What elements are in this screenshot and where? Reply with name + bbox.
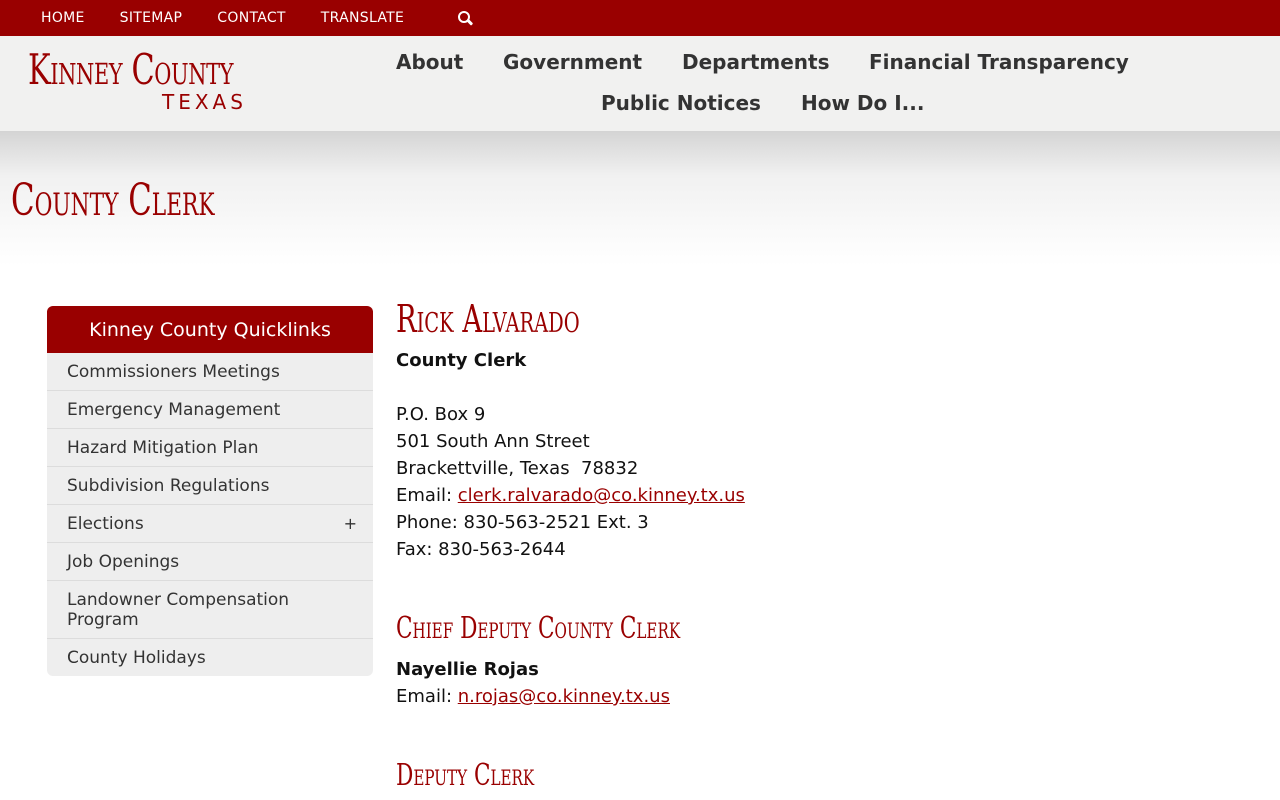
sidebar-item-job-openings[interactable]: Job Openings — [47, 543, 373, 581]
sidebar-item-label: Job Openings — [67, 552, 180, 572]
sidebar-item-label: Hazard Mitigation Plan — [67, 438, 259, 458]
utility-bar: HOME SITEMAP CONTACT TRANSLATE — [0, 0, 1280, 36]
sidebar-item-label: Elections — [67, 514, 144, 534]
nav-financial-transparency[interactable]: Financial Transparency — [869, 50, 1129, 74]
sidebar-item-label: Emergency Management — [67, 400, 281, 420]
search-icon[interactable] — [457, 10, 474, 26]
email-label: Email: — [396, 686, 458, 707]
email-label: Email: — [396, 485, 458, 506]
sidebar-item-emergency-management[interactable]: Emergency Management — [47, 391, 373, 429]
sidebar-item-label: County Holidays — [67, 648, 206, 668]
clerk-phone: Phone: 830-563-2521 Ext. 3 — [396, 512, 649, 533]
sidebar-item-label: Commissioners Meetings — [67, 362, 280, 382]
chief-deputy-name: Nayellie Rojas — [396, 659, 539, 680]
clerk-name-heading: Rick Alvarado — [396, 297, 580, 341]
address-line-1: P.O. Box 9 — [396, 404, 486, 425]
sidebar-item-hazard-mitigation-plan[interactable]: Hazard Mitigation Plan — [47, 429, 373, 467]
nav-public-notices[interactable]: Public Notices — [601, 91, 761, 115]
sidebar-item-commissioners-meetings[interactable]: Commissioners Meetings — [47, 353, 373, 391]
clerk-fax: Fax: 830-563-2644 — [396, 539, 566, 560]
sidebar-item-elections[interactable]: Elections + — [47, 505, 373, 543]
clerk-email-row: Email: clerk.ralvarado@co.kinney.tx.us — [396, 485, 745, 507]
clerk-role: County Clerk — [396, 350, 527, 371]
sidebar-item-subdivision-regulations[interactable]: Subdivision Regulations — [47, 467, 373, 505]
sitemap-link[interactable]: SITEMAP — [120, 10, 183, 26]
home-link[interactable]: HOME — [41, 10, 85, 26]
page-title: County Clerk — [11, 175, 215, 226]
nav-how-do-i[interactable]: How Do I... — [801, 91, 924, 115]
nav-departments[interactable]: Departments — [682, 50, 830, 74]
address-line-3: Brackettville, Texas 78832 — [396, 458, 639, 479]
sidebar-item-label: Subdivision Regulations — [67, 476, 270, 496]
sidebar-item-label: Landowner Compensation Program — [67, 590, 290, 630]
site-logo[interactable]: Kinney County TEXAS — [28, 45, 313, 113]
address-line-2: 501 South Ann Street — [396, 431, 590, 452]
nav-about[interactable]: About — [396, 50, 463, 74]
site-header: Kinney County TEXAS About Government Dep… — [0, 36, 1280, 131]
sidebar-heading: Kinney County Quicklinks — [47, 306, 373, 353]
sidebar-item-county-holidays[interactable]: County Holidays — [47, 639, 373, 676]
chief-deputy-email-row: Email: n.rojas@co.kinney.tx.us — [396, 686, 670, 708]
chief-deputy-heading: Chief Deputy County Clerk — [396, 611, 681, 646]
chief-deputy-email-link[interactable]: n.rojas@co.kinney.tx.us — [458, 686, 670, 707]
expand-plus-icon[interactable]: + — [344, 514, 357, 534]
logo-subtitle: TEXAS — [162, 90, 247, 114]
translate-link[interactable]: TRANSLATE — [321, 10, 404, 26]
contact-link[interactable]: CONTACT — [217, 10, 286, 26]
deputy-clerk-heading: Deputy Clerk — [396, 758, 535, 793]
nav-government[interactable]: Government — [503, 50, 642, 74]
quicklinks-sidebar: Kinney County Quicklinks Commissioners M… — [47, 306, 373, 676]
sidebar-item-landowner-compensation-program[interactable]: Landowner Compensation Program — [47, 581, 373, 639]
clerk-email-link[interactable]: clerk.ralvarado@co.kinney.tx.us — [458, 485, 745, 506]
logo-title: Kinney County — [28, 45, 234, 94]
